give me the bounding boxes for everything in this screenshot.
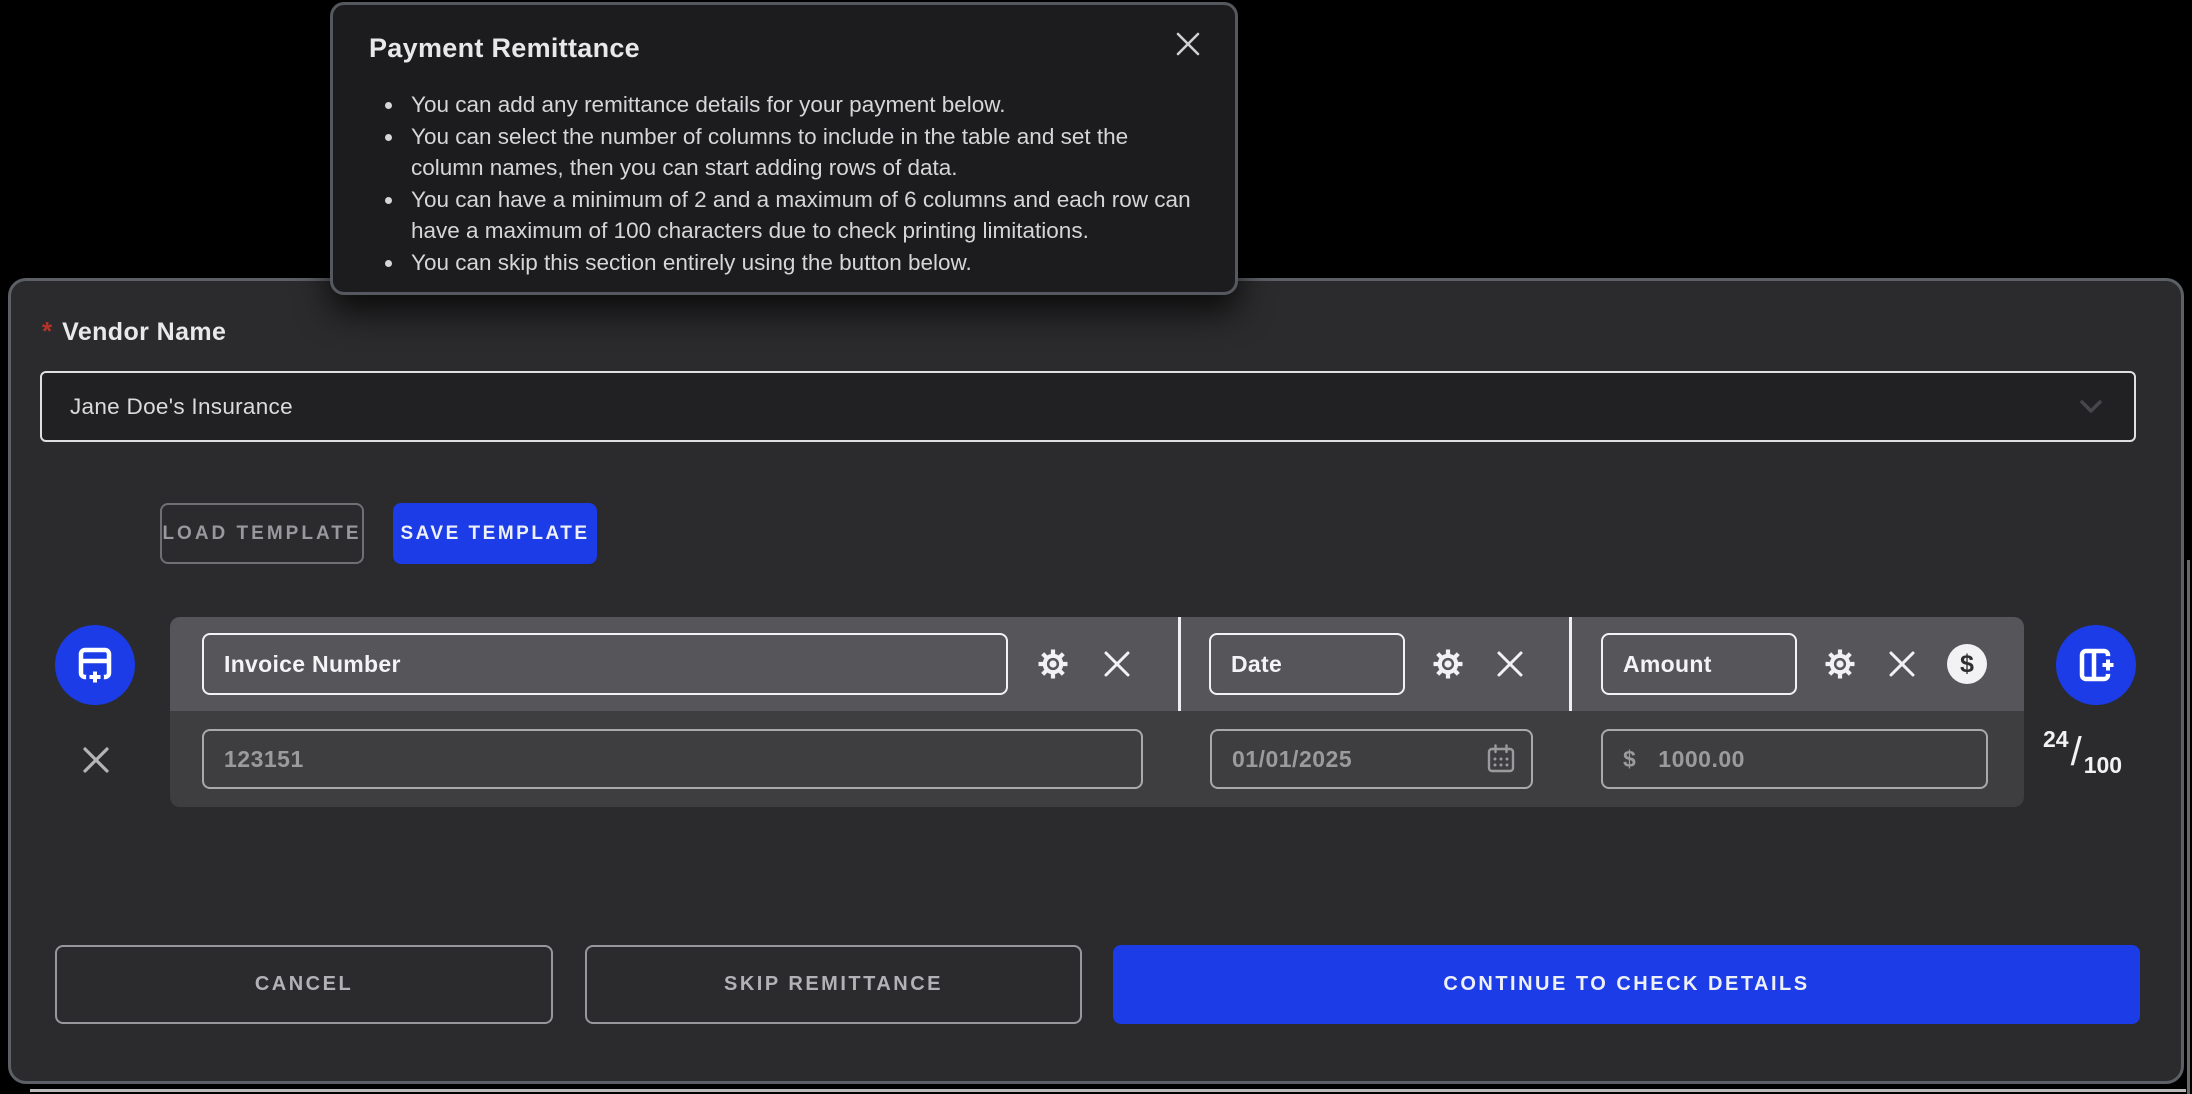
dollar-icon: $ — [1960, 650, 1974, 679]
cancel-button[interactable]: CANCEL — [55, 945, 553, 1024]
column-settings-button-invoice[interactable] — [1033, 644, 1073, 684]
screenshot-edge-artifact — [30, 1089, 2186, 1092]
close-icon — [1101, 648, 1133, 680]
currency-column-badge[interactable]: $ — [1947, 644, 1987, 684]
column-settings-button-amount[interactable] — [1820, 644, 1860, 684]
cell-input-amount[interactable]: $ 1000.00 — [1601, 729, 1988, 789]
payment-remittance-info-modal: Payment Remittance You can add any remit… — [330, 2, 1238, 295]
modal-bullet-list: You can add any remittance details for y… — [405, 89, 1205, 278]
column-settings-button-date[interactable] — [1428, 644, 1468, 684]
gear-icon — [1821, 645, 1859, 683]
close-icon — [1494, 648, 1526, 680]
required-asterisk: * — [42, 316, 52, 347]
modal-close-button[interactable] — [1173, 29, 1203, 59]
column-name-input-date[interactable] — [1209, 633, 1405, 695]
calendar-icon[interactable] — [1485, 743, 1517, 775]
modal-bullet-item: You can skip this section entirely using… — [405, 247, 1205, 279]
column-name-input-invoice-number[interactable] — [202, 633, 1008, 695]
remove-column-button-invoice[interactable] — [1097, 644, 1137, 684]
cell-input-invoice-number[interactable] — [202, 729, 1143, 789]
chevron-down-icon — [2076, 398, 2106, 416]
char-count-max: 100 — [2084, 752, 2122, 779]
modal-title: Payment Remittance — [369, 33, 640, 64]
column-divider — [1569, 617, 1572, 711]
add-row-button[interactable] — [55, 625, 135, 705]
column-divider — [1178, 617, 1181, 711]
gear-icon — [1034, 645, 1072, 683]
column-name-input-amount[interactable] — [1601, 633, 1797, 695]
close-icon — [1886, 648, 1918, 680]
char-count-current: 24 — [2043, 726, 2069, 753]
remittance-table: $ $ 1000.00 — [170, 617, 2024, 807]
modal-bullet-item: You can select the number of columns to … — [405, 121, 1205, 184]
load-template-button[interactable]: LOAD TEMPLATE — [160, 503, 364, 564]
amount-value: 1000.00 — [1658, 746, 1745, 773]
vendor-label-text: Vendor Name — [62, 318, 226, 347]
screen: * Vendor Name Jane Doe's Insurance LOAD … — [0, 0, 2192, 1094]
row-character-counter: 24 / 100 — [2043, 722, 2122, 762]
remove-column-button-date[interactable] — [1490, 644, 1530, 684]
vendor-selected-value: Jane Doe's Insurance — [70, 394, 2076, 420]
cell-date-wrapper — [1210, 729, 1533, 789]
modal-bullet-item: You can add any remittance details for y… — [405, 89, 1205, 121]
screenshot-edge-artifact — [2187, 560, 2190, 1094]
delete-row-x-icon — [81, 745, 111, 775]
continue-to-check-details-button[interactable]: CONTINUE TO CHECK DETAILS — [1113, 945, 2140, 1024]
save-template-button[interactable]: SAVE TEMPLATE — [393, 503, 597, 564]
gear-icon — [1429, 645, 1467, 683]
remove-column-button-amount[interactable] — [1882, 644, 1922, 684]
add-row-icon — [72, 642, 118, 688]
char-count-separator: / — [2071, 732, 2082, 772]
amount-prefix: $ — [1623, 746, 1636, 773]
vendor-select[interactable]: Jane Doe's Insurance — [40, 371, 2136, 442]
delete-row-button[interactable] — [79, 743, 113, 777]
add-column-button[interactable] — [2056, 625, 2136, 705]
skip-remittance-button[interactable]: SKIP REMITTANCE — [585, 945, 1082, 1024]
add-column-icon — [2073, 642, 2119, 688]
modal-bullet-item: You can have a minimum of 2 and a maximu… — [405, 184, 1205, 247]
close-icon — [1174, 30, 1202, 58]
vendor-name-label: * Vendor Name — [42, 316, 226, 347]
